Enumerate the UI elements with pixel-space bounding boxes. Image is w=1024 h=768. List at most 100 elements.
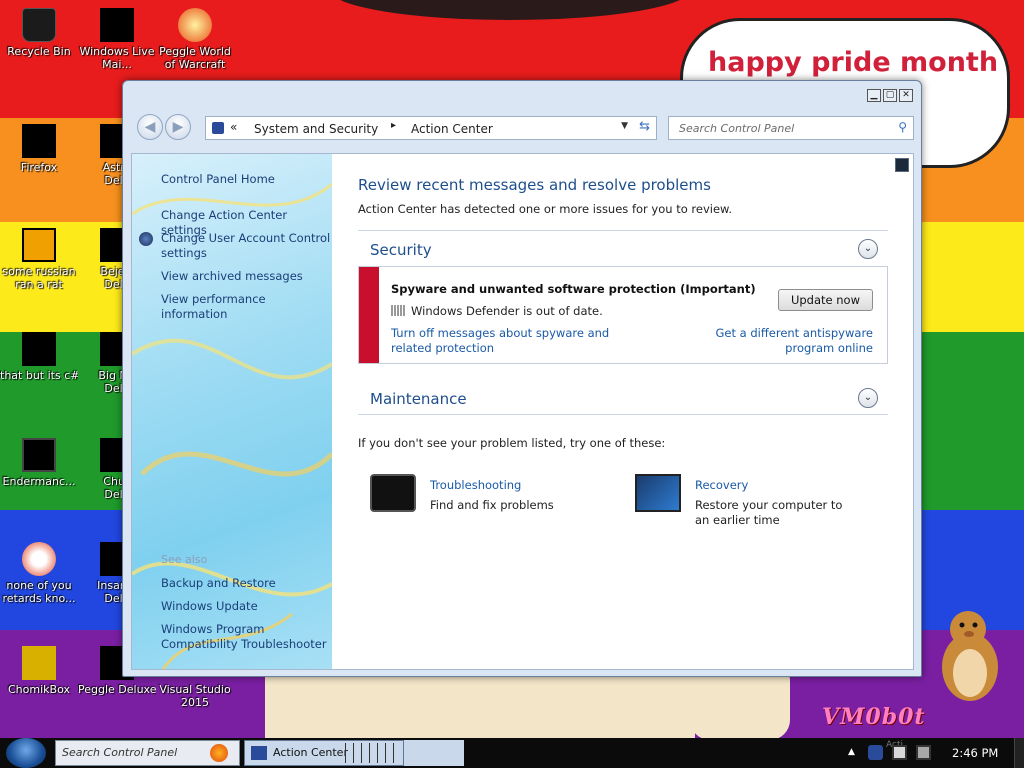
close-button[interactable]: ✕ [899,89,913,102]
recovery-tool[interactable]: Recovery Restore your computer to an ear… [635,474,875,534]
desktop-icon-none-of-you[interactable]: none of you retards kno... [0,542,78,605]
section-divider [358,414,888,415]
taskbar-item-blank[interactable] [404,740,464,766]
taskbar-item-pattern [345,743,401,763]
chevron-down-icon[interactable]: ⌄ [858,388,878,408]
search-icon[interactable]: ⚲ [898,120,907,134]
alert-description: Windows Defender is out of date. [411,304,603,318]
desktop-icon-label: retards kno... [2,592,76,605]
firefox-icon [22,542,56,576]
desktop-icon-recycle-bin[interactable]: Recycle Bin [0,8,78,58]
windows-live-mail-icon [100,8,134,42]
turn-off-messages-link[interactable]: Turn off messages about spyware and rela… [391,326,641,356]
page-subtitle: Action Center has detected one or more i… [358,202,733,216]
desktop-icon-that-but-its-csharp[interactable]: that but its c# [0,332,78,382]
action-center-tray-icon[interactable] [868,745,883,760]
troubleshooting-tool[interactable]: Troubleshooting Find and fix problems [370,474,590,524]
desktop-icon-firefox[interactable]: Firefox [0,124,78,174]
taskbar-item-action-center[interactable]: Action Center [244,740,404,766]
clock[interactable]: 2:46 PM [952,746,998,760]
volume-icon[interactable] [916,745,931,760]
desktop-icon-label: Windows Live [79,45,155,58]
help-icon[interactable] [895,158,909,172]
control-panel-icon [212,122,224,134]
desktop-icon-windows-live-mail[interactable]: Windows Live Mai... [78,8,156,71]
view-archived-messages-link[interactable]: View archived messages [161,269,303,284]
desktop-icon-label: Peggle Deluxe [78,683,156,696]
watermark-text: VM0b0t [822,704,926,730]
help-hint-text: If you don't see your problem listed, tr… [358,436,666,450]
app-icon [22,228,56,262]
main-pane: Review recent messages and resolve probl… [332,154,913,669]
control-panel-home-link[interactable]: Control Panel Home [161,172,275,187]
desktop-icon-label: Endermanc... [2,475,76,488]
start-button[interactable] [6,738,46,768]
taskbar-search-text[interactable]: Search Control Panel [62,746,177,759]
backup-and-restore-link[interactable]: Backup and Restore [161,576,276,591]
hamster-image [942,611,998,701]
window-icon [22,438,56,472]
defender-status-icon [391,305,405,316]
minimize-button[interactable]: ▁ [867,89,881,102]
maintenance-section-title: Maintenance [370,390,467,408]
program-compatibility-troubleshooter-link[interactable]: Windows Program Compatibility Troublesho… [161,622,331,652]
desktop-icon-label: ChomikBox [8,683,70,696]
desktop-icon-label: ran a rat [15,278,63,291]
maximize-button[interactable]: ▢ [883,89,897,102]
troubleshooting-icon [370,474,416,512]
address-bar[interactable]: « System and Security ▸ Action Center ▼ … [205,116,657,140]
chevron-down-icon[interactable]: ⌄ [858,239,878,259]
firefox-taskbar-icon[interactable] [210,744,228,762]
content-area: Control Panel Home Change Action Center … [131,153,914,670]
show-hidden-icons-icon[interactable]: ▲ [848,747,855,757]
view-performance-information-link[interactable]: View performance information [161,292,332,322]
alert-severity-bar [359,267,379,363]
desktop-icon-endermanc[interactable]: Endermanc... [0,438,78,488]
desktop-icon-label: Peggle World [159,45,231,58]
forward-button[interactable]: ▶ [165,114,191,140]
desktop-icon-label: Mai... [102,58,132,71]
breadcrumb-action-center[interactable]: Action Center [411,122,493,136]
refresh-icon[interactable]: ⇆ [639,119,650,134]
title-bar[interactable]: ▁ ▢ ✕ [123,81,921,107]
peggle-icon [178,8,212,42]
see-also-heading: See also [161,553,208,566]
recovery-link[interactable]: Recovery [695,478,748,492]
left-navigation-pane: Control Panel Home Change Action Center … [132,154,332,669]
recovery-icon [635,474,681,512]
get-antispyware-link[interactable]: Get a different antispyware program onli… [668,326,874,356]
page-title: Review recent messages and resolve probl… [358,176,711,194]
desktop-icon-label: Firefox [20,161,58,174]
desktop-icon-label: of Warcraft [164,58,226,71]
breadcrumb-separator-icon[interactable]: ▸ [391,120,396,131]
desktop-icon-label: Visual Studio [159,683,231,696]
desktop-icon-chomikbox[interactable]: ChomikBox [0,646,78,696]
search-box[interactable]: Search Control Panel ⚲ [668,116,914,140]
system-tray: ▲ Acti 2:46 PM [840,738,1024,768]
chomikbox-icon [22,646,56,680]
troubleshooting-link[interactable]: Troubleshooting [430,478,521,492]
recycle-bin-icon [22,8,56,42]
search-input[interactable]: Search Control Panel [679,122,794,135]
taskbar: Search Control Panel Action Center ▲ Act… [0,738,1024,768]
desktop-icon-label: 2015 [181,696,209,709]
navigation-bar: ◀ ▶ « System and Security ▸ Action Cente… [133,111,914,143]
back-button[interactable]: ◀ [137,114,163,140]
maintenance-section-header[interactable]: Maintenance ⌄ [358,376,888,412]
desktop-icon-peggle-world[interactable]: Peggle World of Warcraft [156,8,234,71]
show-desktop-button[interactable] [1014,738,1024,768]
desktop-icon-some-russian[interactable]: some russian ran a rat [0,228,78,291]
network-icon[interactable] [892,745,907,760]
action-center-window: ▁ ▢ ✕ ◀ ▶ « System and Security ▸ Action… [122,80,922,677]
windows-update-link[interactable]: Windows Update [161,599,258,614]
bubble-text: happy pride month [708,47,999,78]
change-uac-settings-link[interactable]: Change User Account Control settings [161,231,331,261]
recovery-description: Restore your computer to an earlier time [695,498,843,527]
breadcrumb-overflow-icon[interactable]: « [230,120,237,134]
update-now-button[interactable]: Update now [778,289,873,311]
security-section-header[interactable]: Security ⌄ [358,230,888,266]
troubleshooting-description: Find and fix problems [430,498,554,512]
breadcrumb-system-and-security[interactable]: System and Security [254,122,378,136]
address-dropdown-icon[interactable]: ▼ [621,121,628,131]
alert-title: Spyware and unwanted software protection… [391,282,756,296]
